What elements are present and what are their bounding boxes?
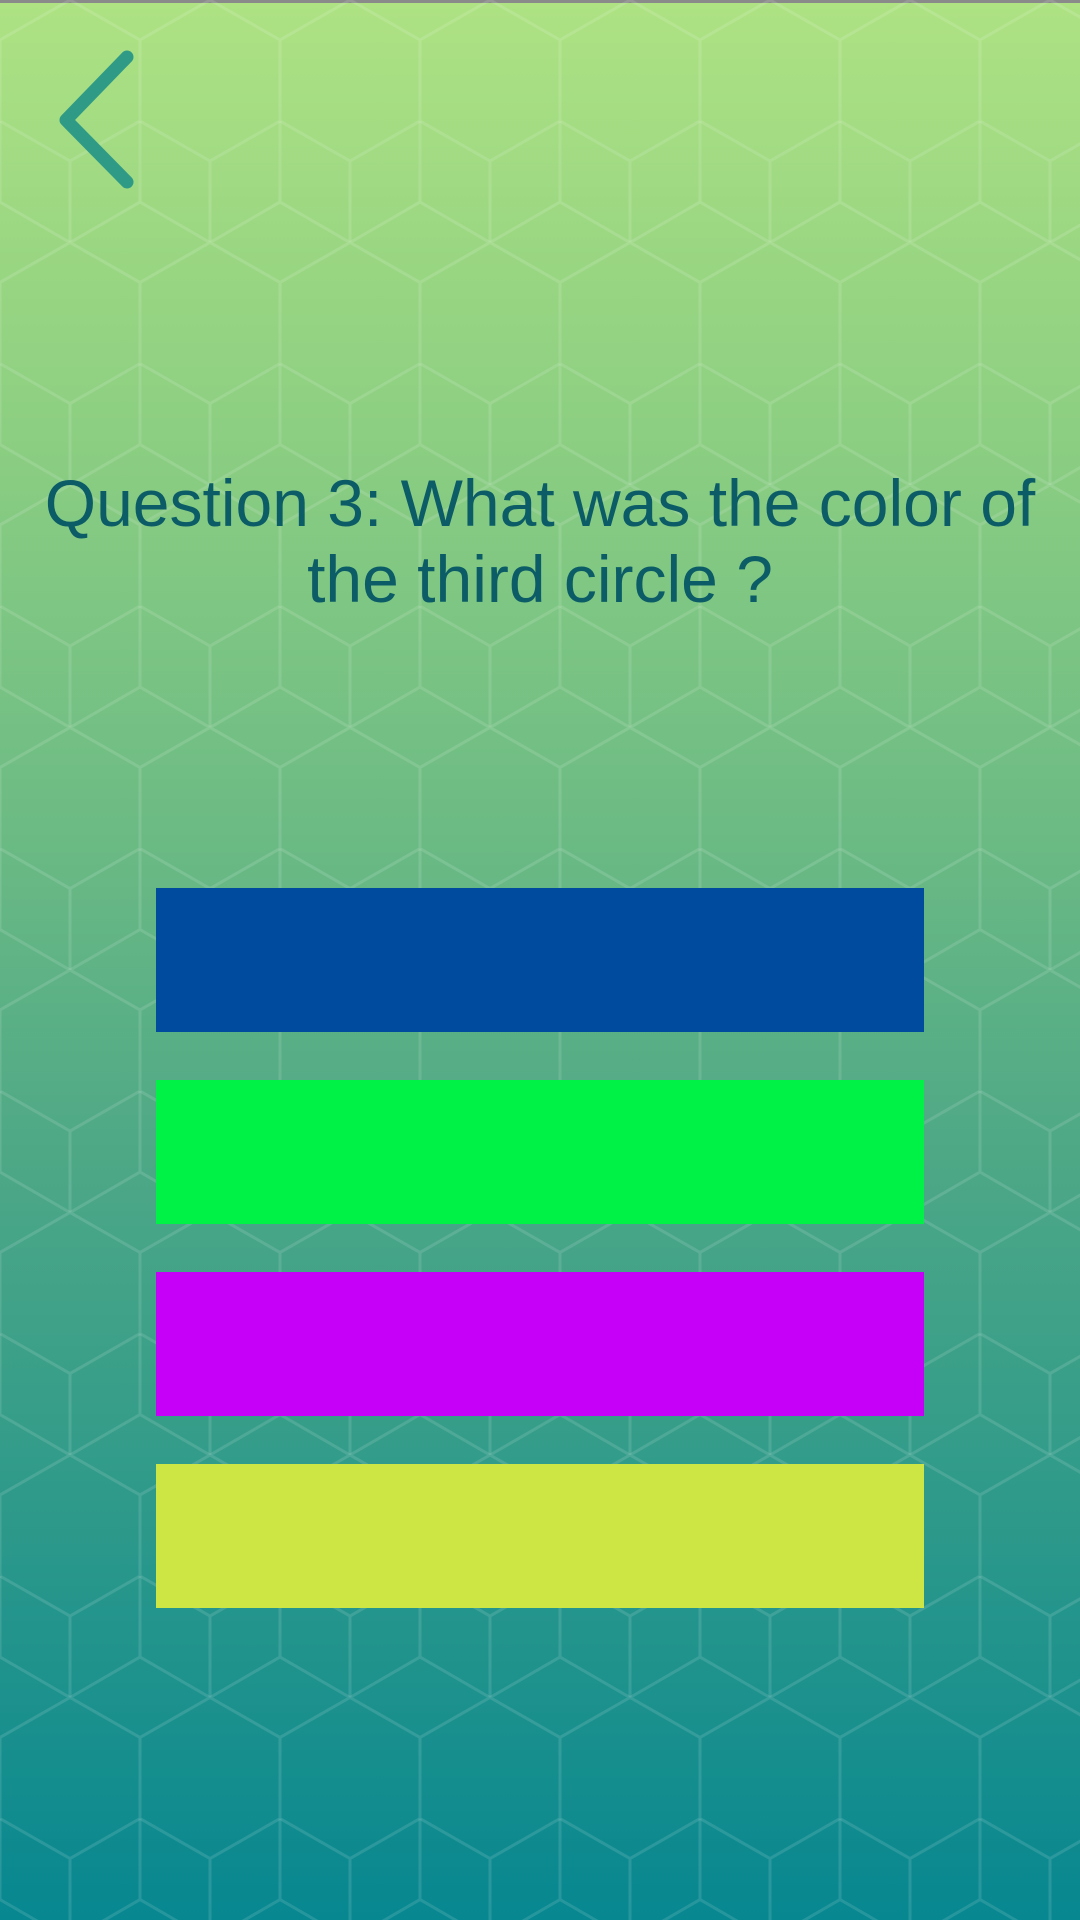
quiz-screen: Question 3: What was the color of the th… [0, 0, 1080, 1920]
color-option-1[interactable] [156, 888, 924, 1032]
color-option-3[interactable] [156, 1272, 924, 1416]
question-text: Question 3: What was the color of the th… [44, 466, 1036, 616]
back-button[interactable] [50, 45, 150, 195]
chevron-left-icon [59, 50, 134, 189]
color-option-4[interactable] [156, 1464, 924, 1608]
color-option-2[interactable] [156, 1080, 924, 1224]
